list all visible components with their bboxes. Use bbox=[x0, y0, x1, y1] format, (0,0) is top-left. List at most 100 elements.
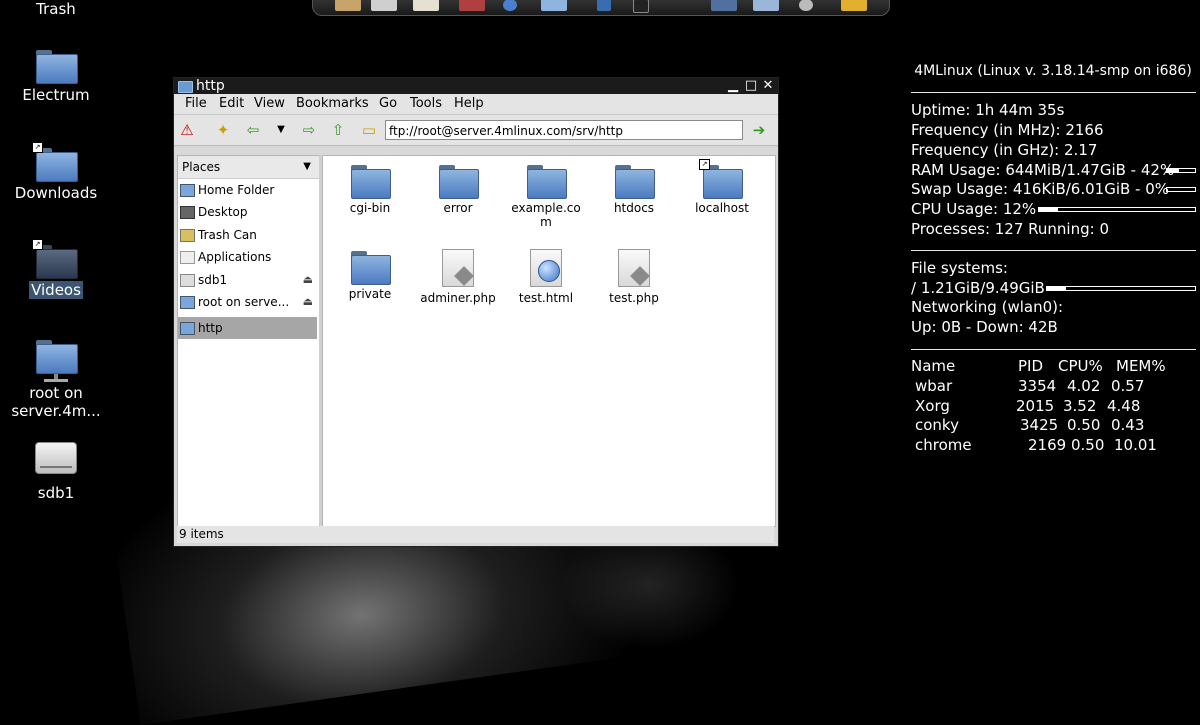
menu-view[interactable]: View bbox=[254, 96, 285, 111]
folder-icon bbox=[36, 50, 78, 84]
file-manager-window: http ▁ □ ✕ File Edit View Bookmarks Go T… bbox=[173, 77, 779, 547]
back-history-dropdown-icon[interactable]: ▼ bbox=[272, 121, 290, 139]
desktop-icon-network[interactable]: root on server.4m... bbox=[1, 340, 111, 420]
filesystem-root-text: / 1.21GiB/9.49GiB bbox=[911, 279, 1045, 297]
folder-icon bbox=[351, 251, 391, 285]
network-icon bbox=[180, 296, 195, 309]
back-arrow-icon[interactable]: ⇦ bbox=[244, 121, 262, 139]
eject-icon[interactable]: ⏏ bbox=[303, 291, 313, 313]
ram-usage-bar bbox=[1166, 168, 1196, 173]
folder-icon bbox=[527, 165, 567, 199]
toolbar: ⚠ ✦ ⇦ ▼ ⇨ ⇧ ▭ ftp://root@server.4mlinux.… bbox=[174, 115, 778, 146]
top-dock bbox=[312, 0, 890, 16]
file-name: test.html bbox=[518, 291, 574, 305]
desktop-icon-videos[interactable]: ↗ Videos bbox=[1, 239, 111, 299]
menu-help[interactable]: Help bbox=[454, 96, 484, 111]
places-dropdown[interactable]: Places ▼ bbox=[178, 156, 319, 179]
file-name: test.php bbox=[609, 291, 659, 305]
dock-app-icon[interactable] bbox=[753, 0, 779, 11]
conky-header: 4MLinux (Linux v. 3.18.14-smp on i686) bbox=[914, 63, 1192, 79]
sidebar-item-label: Home Folder bbox=[198, 183, 275, 197]
dock-app-icon[interactable] bbox=[371, 0, 397, 11]
dock-app-icon[interactable] bbox=[633, 0, 649, 13]
home-icon bbox=[180, 184, 195, 197]
desktop-icon-label: sdb1 bbox=[37, 484, 75, 502]
dock-app-icon[interactable] bbox=[541, 0, 567, 11]
file-item-php[interactable]: test.php bbox=[592, 249, 676, 305]
cpu-usage-text: CPU Usage: 12% bbox=[911, 200, 1037, 218]
file-list-pane: cgi-bin error example.co m htdocs ↗ loca… bbox=[322, 155, 776, 527]
dock-app-icon[interactable] bbox=[799, 0, 813, 11]
sidebar-item-http[interactable]: http bbox=[178, 317, 317, 339]
dock-app-icon[interactable] bbox=[597, 0, 611, 11]
menu-edit[interactable]: Edit bbox=[219, 96, 244, 111]
desktop-icon-downloads[interactable]: ↗ Downloads bbox=[1, 142, 111, 202]
menu-file[interactable]: File bbox=[185, 96, 207, 111]
up-arrow-icon[interactable]: ⇧ bbox=[329, 121, 347, 139]
proc-name: Xorg bbox=[915, 397, 950, 415]
file-item-folder[interactable]: error bbox=[416, 165, 500, 215]
file-name: example.co m bbox=[511, 201, 581, 229]
file-item-folder[interactable]: private bbox=[328, 251, 412, 301]
sidebar-item-desktop[interactable]: Desktop bbox=[178, 201, 317, 223]
new-tab-icon[interactable]: ✦ bbox=[214, 121, 232, 139]
php-file-icon bbox=[442, 249, 474, 287]
sidebar-item-label: Desktop bbox=[198, 205, 248, 219]
filesystems-title: File systems: bbox=[911, 259, 1008, 277]
sidebar-item-applications[interactable]: Applications bbox=[178, 246, 317, 268]
file-item-folder[interactable]: example.co m bbox=[504, 165, 588, 229]
dock-app-icon[interactable] bbox=[711, 0, 737, 11]
eject-icon[interactable]: ⏏ bbox=[303, 269, 313, 291]
swap-usage-text: Swap Usage: 416KiB/6.01GiB - 0% bbox=[911, 180, 1170, 198]
folder-icon: ↗ bbox=[699, 159, 743, 199]
sidebar-item-home[interactable]: Home Folder bbox=[178, 179, 317, 201]
drive-icon bbox=[180, 274, 195, 287]
desktop-icon-sdb1[interactable]: sdb1 bbox=[1, 442, 111, 502]
file-name: cgi-bin bbox=[349, 201, 391, 215]
address-input[interactable]: ftp://root@server.4mlinux.com/srv/http bbox=[385, 120, 743, 140]
file-item-folder[interactable]: ↗ localhost bbox=[680, 159, 764, 215]
proc-pid: 2015 bbox=[1016, 397, 1055, 415]
networking-title: Networking (wlan0): bbox=[911, 298, 1064, 316]
dock-app-icon[interactable] bbox=[459, 0, 485, 11]
proc-header-mem: MEM% bbox=[1116, 357, 1166, 375]
dock-app-icon[interactable] bbox=[413, 0, 439, 11]
file-item-php[interactable]: adminer.php bbox=[416, 249, 500, 305]
close-button[interactable]: ✕ bbox=[761, 79, 775, 93]
filesystem-usage-bar bbox=[1046, 286, 1196, 291]
maximize-button[interactable]: □ bbox=[744, 79, 758, 93]
file-item-html[interactable]: test.html bbox=[504, 249, 588, 305]
window-title: http bbox=[196, 78, 225, 94]
desktop-icon-label: Trash bbox=[36, 0, 76, 18]
processes-text: Processes: 127 Running: 0 bbox=[911, 220, 1109, 238]
dock-app-icon[interactable] bbox=[503, 0, 517, 11]
proc-pid: 3425 bbox=[1020, 416, 1059, 434]
link-arrow-icon: ↗ bbox=[32, 142, 43, 153]
file-item-folder[interactable]: htdocs bbox=[592, 165, 676, 215]
sidebar-item-network[interactable]: root on serve... ⏏ bbox=[178, 291, 317, 313]
folder-icon bbox=[615, 165, 655, 199]
swap-usage-bar bbox=[1166, 187, 1196, 192]
dock-app-icon[interactable] bbox=[335, 0, 361, 11]
folder-icon: ↗ bbox=[32, 239, 78, 279]
trash-icon bbox=[180, 229, 195, 242]
warning-icon[interactable]: ⚠ bbox=[178, 121, 196, 139]
desktop-icon-trash[interactable]: Trash bbox=[1, 0, 111, 18]
proc-header-pid: PID bbox=[1018, 357, 1044, 375]
sidebar-item-trash[interactable]: Trash Can bbox=[178, 224, 317, 246]
file-item-folder[interactable]: cgi-bin bbox=[328, 165, 412, 215]
folder-location-icon[interactable]: ▭ bbox=[360, 121, 378, 139]
title-bar[interactable]: http ▁ □ ✕ bbox=[174, 78, 778, 94]
proc-pid: 3354 bbox=[1018, 377, 1057, 395]
dock-app-icon[interactable] bbox=[841, 0, 867, 11]
proc-pid: 2169 bbox=[1028, 436, 1067, 454]
go-arrow-icon[interactable]: ➔ bbox=[750, 121, 768, 139]
html-file-icon bbox=[530, 249, 562, 287]
sidebar-item-sdb1[interactable]: sdb1 ⏏ bbox=[178, 269, 317, 291]
forward-arrow-icon[interactable]: ⇨ bbox=[300, 121, 318, 139]
menu-go[interactable]: Go bbox=[379, 96, 397, 111]
desktop-icon-electrum[interactable]: Electrum bbox=[1, 50, 111, 104]
menu-tools[interactable]: Tools bbox=[410, 96, 442, 111]
minimize-button[interactable]: ▁ bbox=[726, 79, 740, 93]
menu-bookmarks[interactable]: Bookmarks bbox=[296, 96, 369, 111]
